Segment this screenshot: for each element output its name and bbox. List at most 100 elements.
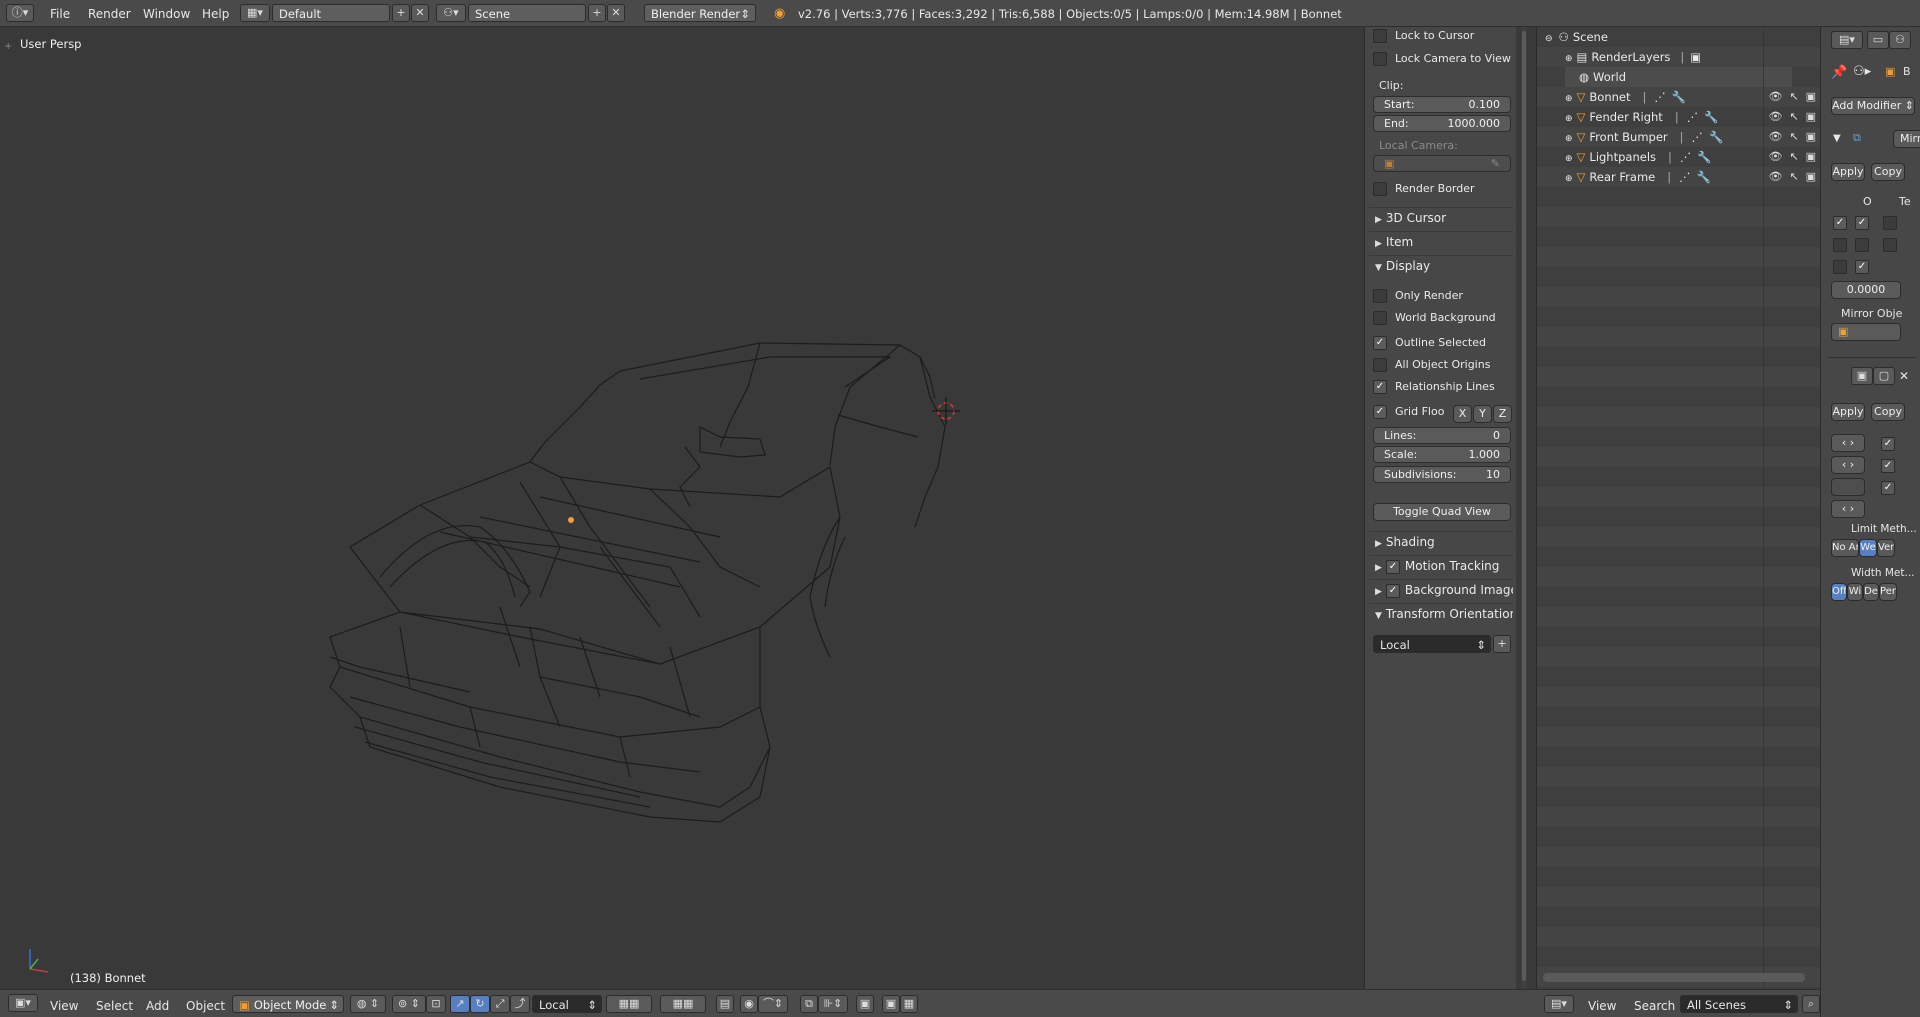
layers-grid-2-icon[interactable]: ▦▦: [660, 995, 706, 1013]
panel-motion-tracking-header[interactable]: ▶ ✓ Motion Tracking: [1369, 555, 1513, 575]
remove-scene-icon[interactable]: ✕: [607, 4, 625, 22]
scene-name-field[interactable]: Scene: [468, 4, 586, 22]
modifier-editmode-icon[interactable]: ▢: [1873, 367, 1895, 385]
delete-modifier-icon[interactable]: ✕: [1899, 369, 1909, 383]
proportional-edit-icon[interactable]: ◉: [740, 995, 758, 1013]
restrict-toggles[interactable]: 👁 ↖ ▣ 👁 ↖ ▣ 👁 ↖ ▣ 👁 ↖ ▣ 👁 ↖ ▣: [1765, 87, 1821, 187]
render-opengl-icon[interactable]: ▣: [882, 995, 900, 1013]
manipulator-extra-icon[interactable]: ⤴: [510, 995, 530, 1013]
outliner-renderlayers-row[interactable]: ⊕ ▤ RenderLayers | ▣: [1565, 47, 1701, 67]
limit-option[interactable]: No An: [1831, 539, 1859, 557]
menu-render[interactable]: Render: [88, 7, 131, 21]
menu-view[interactable]: View: [50, 999, 78, 1013]
3d-cursor-icon[interactable]: [932, 397, 960, 425]
view-icon[interactable]: ▭: [1867, 31, 1889, 49]
scene-icon[interactable]: ⚇▾: [436, 4, 466, 22]
add-modifier-menu[interactable]: Add Modifier ⇕: [1831, 97, 1915, 115]
copy-modifier-button-2[interactable]: Copy: [1871, 403, 1905, 421]
outliner-object-row[interactable]: ⊕ ▽ Lightpanels | ⋰ 🔧: [1565, 147, 1712, 167]
outliner-search-icon[interactable]: ⌕: [1802, 995, 1820, 1013]
width-option-active[interactable]: Off: [1831, 583, 1847, 601]
limit-option-active[interactable]: We: [1859, 539, 1877, 557]
panel-3d-cursor-header[interactable]: ▶ 3D Cursor: [1369, 207, 1513, 227]
width-option[interactable]: Wi: [1847, 583, 1863, 601]
lock-to-cursor-checkbox[interactable]: Lock to Cursor: [1373, 29, 1474, 47]
relationship-lines-checkbox[interactable]: ✓ Relationship Lines: [1373, 380, 1495, 398]
viewport-shading-icon[interactable]: ◍ ⇕: [350, 995, 386, 1013]
grid-axis-y-toggle[interactable]: Y: [1473, 405, 1492, 423]
clip-start-field[interactable]: Start: 0.100: [1373, 96, 1511, 113]
snap-element-icon[interactable]: ⊪⇕: [818, 995, 848, 1013]
grid-axis-x-toggle[interactable]: X: [1453, 405, 1472, 423]
outliner-world-row[interactable]: ◍ World: [1565, 67, 1792, 87]
option-checkbox[interactable]: ✓: [1881, 437, 1903, 451]
copy-modifier-button[interactable]: Copy: [1871, 163, 1905, 181]
remove-layout-icon[interactable]: ✕: [411, 4, 429, 22]
menu-add[interactable]: Add: [146, 999, 169, 1013]
layout-name-field[interactable]: Default: [272, 4, 390, 22]
apply-modifier-button[interactable]: Apply: [1831, 163, 1865, 181]
editor-type-3d-icon[interactable]: ▣▾: [8, 994, 38, 1012]
grid-subdivisions-field[interactable]: Subdivisions: 10: [1373, 466, 1511, 483]
merge-distance-field[interactable]: 0.0000: [1831, 281, 1901, 299]
modifier-name-field[interactable]: Mirr: [1893, 130, 1920, 148]
layers-grid-1-icon[interactable]: ▦▦: [606, 995, 652, 1013]
add-scene-icon[interactable]: +: [588, 4, 606, 22]
grid-floor-checkbox[interactable]: ✓ Grid Floo: [1373, 405, 1444, 423]
outliner-object-row[interactable]: ⊕ ▽ Rear Frame | ⋰ 🔧: [1565, 167, 1711, 187]
scale-manipulator-icon[interactable]: ⤢: [490, 995, 510, 1013]
grid-scale-field[interactable]: Scale: 1.000: [1373, 446, 1511, 463]
option-checkbox[interactable]: ✓: [1881, 459, 1903, 473]
width-option[interactable]: Per: [1879, 583, 1897, 601]
pivot-point-icon[interactable]: ⊚ ⇕: [392, 995, 426, 1013]
panel-transform-orientations-header[interactable]: ▼ Transform Orientations: [1369, 603, 1513, 623]
local-camera-field[interactable]: ▣ ✎: [1373, 155, 1511, 172]
menu-file[interactable]: File: [50, 7, 70, 21]
menu-select[interactable]: Select: [96, 999, 133, 1013]
editor-type-icon[interactable]: ▤▾: [1831, 31, 1863, 49]
translate-manipulator-icon[interactable]: ↗: [450, 995, 470, 1013]
clip-checkboxes[interactable]: ✓: [1833, 260, 1877, 274]
apply-modifier-button-2[interactable]: Apply: [1831, 403, 1865, 421]
value-slider[interactable]: [1831, 478, 1865, 496]
grid-axis-z-toggle[interactable]: Z: [1493, 405, 1512, 423]
outliner-object-row[interactable]: ⊕ ▽ Bonnet | ⋰ 🔧: [1565, 87, 1686, 107]
manipulator-toggle-icon[interactable]: ⊡: [426, 995, 446, 1013]
rotate-manipulator-icon[interactable]: ↻: [470, 995, 490, 1013]
interaction-mode-select[interactable]: ▣ Object Mode ⇕: [232, 995, 344, 1013]
axis-checkboxes[interactable]: ✓ ✓: [1833, 216, 1905, 230]
only-render-checkbox[interactable]: Only Render: [1373, 289, 1463, 307]
panel-background-images-header[interactable]: ▶ ✓ Background Images: [1369, 579, 1513, 599]
render-animation-icon[interactable]: ▦: [900, 995, 918, 1013]
transform-orientation-select[interactable]: Local ⇕: [1373, 635, 1491, 653]
outliner-display-mode-select[interactable]: All Scenes ⇕: [1680, 995, 1798, 1013]
width-option[interactable]: De: [1863, 583, 1879, 601]
value-slider[interactable]: ‹ ›: [1831, 434, 1865, 452]
clip-end-field[interactable]: End: 1000.000: [1373, 115, 1511, 132]
info-editor-type-button[interactable]: ⓘ▾: [6, 4, 34, 22]
add-layout-icon[interactable]: +: [392, 4, 410, 22]
mirror-object-field[interactable]: ▣: [1831, 323, 1901, 341]
outliner-object-row[interactable]: ⊕ ▽ Fender Right | ⋰ 🔧: [1565, 107, 1719, 127]
snap-toggle-icon[interactable]: ⧉: [800, 995, 818, 1013]
render-border-checkbox[interactable]: Render Border: [1373, 182, 1475, 200]
lock-layers-icon[interactable]: ▤: [716, 995, 734, 1013]
render-engine-select[interactable]: Blender Render ⇕: [644, 4, 756, 22]
lock-camera-checkbox[interactable]: Lock Camera to View: [1373, 52, 1511, 70]
falloff-icon[interactable]: ⌒⇕: [758, 995, 788, 1013]
limit-option[interactable]: Ver: [1877, 539, 1895, 557]
option-checkbox[interactable]: ✓: [1881, 481, 1903, 495]
outliner-menu-search[interactable]: Search: [1634, 999, 1675, 1013]
value-slider[interactable]: ‹ ›: [1831, 456, 1865, 474]
value-slider[interactable]: ‹ ›: [1831, 500, 1865, 518]
menu-window[interactable]: Window: [143, 7, 190, 21]
scene-tab-icon[interactable]: ⚇: [1889, 31, 1911, 49]
outliner-menu-view[interactable]: View: [1588, 999, 1616, 1013]
outliner-horizontal-scrollbar[interactable]: [1543, 973, 1805, 982]
limit-method-toggle[interactable]: No An We Ver: [1831, 539, 1920, 557]
snap-target-icon[interactable]: ▣: [856, 995, 874, 1013]
menu-help[interactable]: Help: [202, 7, 229, 21]
world-background-checkbox[interactable]: World Background: [1373, 311, 1496, 329]
panel-item-header[interactable]: ▶ Item: [1369, 231, 1513, 251]
outliner-object-row[interactable]: ⊕ ▽ Front Bumper | ⋰ 🔧: [1565, 127, 1723, 147]
